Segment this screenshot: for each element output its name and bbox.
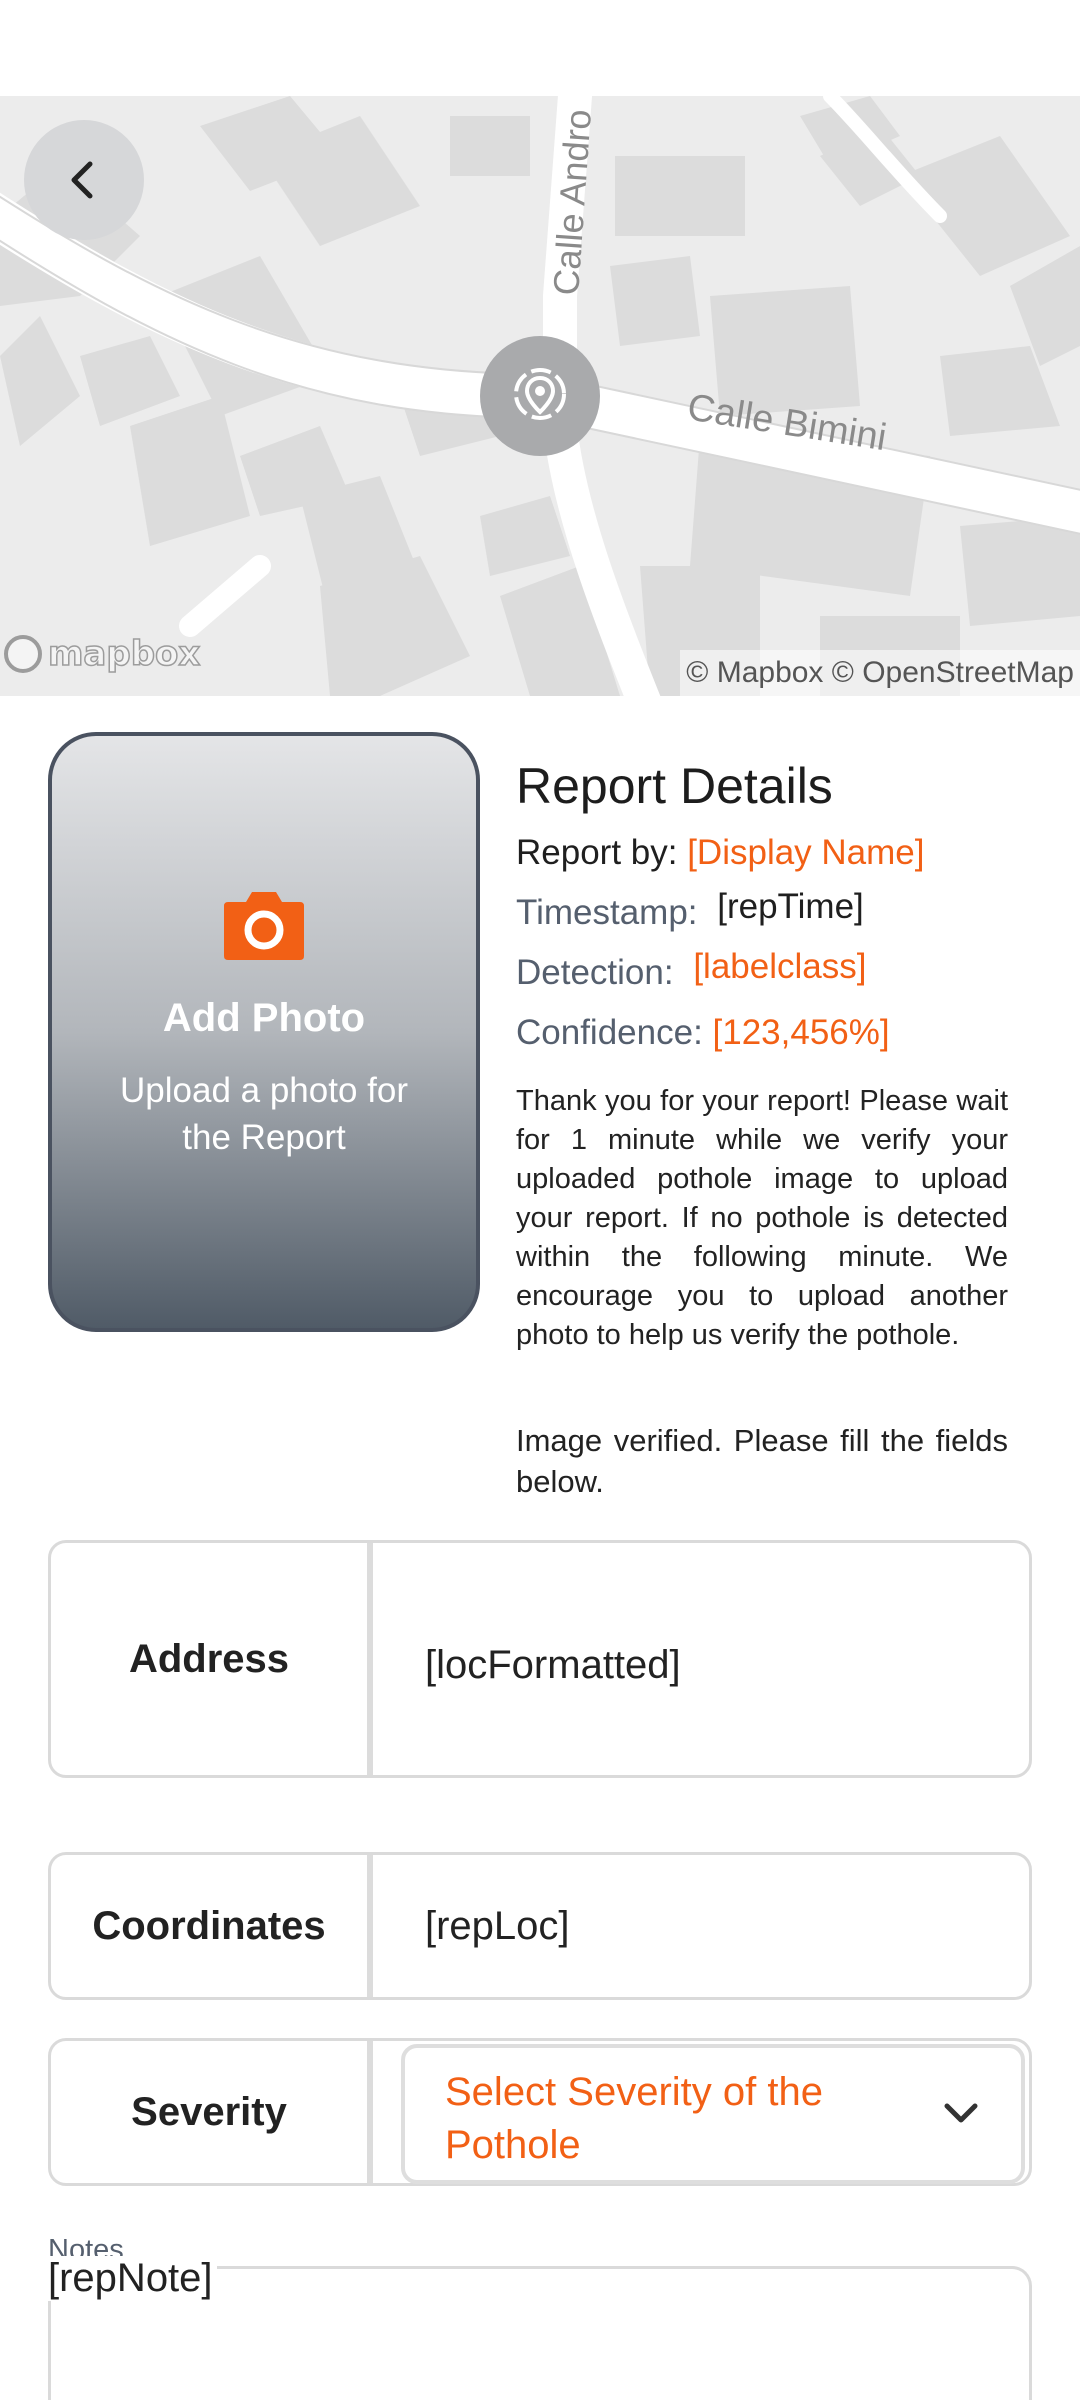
coordinates-label: Coordinates	[51, 1855, 373, 1997]
camera-icon	[224, 892, 304, 960]
severity-placeholder: Select Severity of the Pothole	[445, 2070, 823, 2167]
timestamp-label: Timestamp:	[516, 893, 698, 932]
address-field: Address [locFormatted]	[48, 1540, 1032, 1778]
report-by-label: Report by:	[516, 833, 678, 872]
severity-select[interactable]: Select Severity of the Pothole	[401, 2044, 1025, 2184]
coordinates-field: Coordinates [repLoc]	[48, 1852, 1032, 2000]
map-attribution[interactable]: © Mapbox © OpenStreetMap	[680, 650, 1080, 696]
add-photo-card[interactable]: Add Photo Upload a photo for the Report	[48, 732, 480, 1332]
chevron-left-icon	[71, 161, 93, 199]
add-photo-subtitle: Upload a photo for the Report	[120, 1071, 408, 1157]
severity-field: Severity Select Severity of the Pothole	[48, 2038, 1032, 2186]
confidence-label: Confidence:	[516, 1013, 703, 1052]
location-pin-icon	[514, 368, 566, 420]
report-details-heading: Report Details	[516, 758, 833, 814]
confidence-row: Confidence: [123,456%]	[516, 1012, 890, 1054]
report-by-value: [Display Name]	[687, 833, 925, 872]
timestamp-value: [repTime]	[717, 887, 864, 926]
report-details: Report Details Report by: [Display Name]…	[516, 756, 1008, 1499]
chevron-down-icon	[944, 2103, 978, 2123]
timestamp-row: Timestamp: [repTime]	[516, 887, 864, 934]
mapbox-mark-icon	[4, 635, 42, 673]
confidence-value: [123,456%]	[712, 1013, 890, 1052]
verification-message: Thank you for your report! Please wait f…	[516, 1085, 1008, 1351]
mapbox-logo[interactable]: mapbox	[4, 633, 201, 675]
locate-button[interactable]	[480, 336, 600, 456]
detection-value: [labelclass]	[693, 947, 867, 986]
address-label: Address	[51, 1543, 373, 1775]
severity-label: Severity	[51, 2041, 373, 2183]
address-value[interactable]: [locFormatted]	[425, 1555, 681, 1775]
add-photo-title: Add Photo	[162, 996, 366, 1040]
report-by-row: Report by: [Display Name]	[516, 832, 925, 874]
detection-label: Detection:	[516, 953, 674, 992]
detection-row: Detection: [labelclass]	[516, 947, 866, 994]
coordinates-value[interactable]: [repLoc]	[425, 1855, 570, 1997]
verified-message: Image verified. Please fill the fields b…	[516, 1423, 1008, 1499]
notes-value: [repNote]	[48, 2256, 217, 2301]
mapbox-logo-text: mapbox	[47, 633, 201, 675]
back-button[interactable]	[24, 120, 144, 240]
